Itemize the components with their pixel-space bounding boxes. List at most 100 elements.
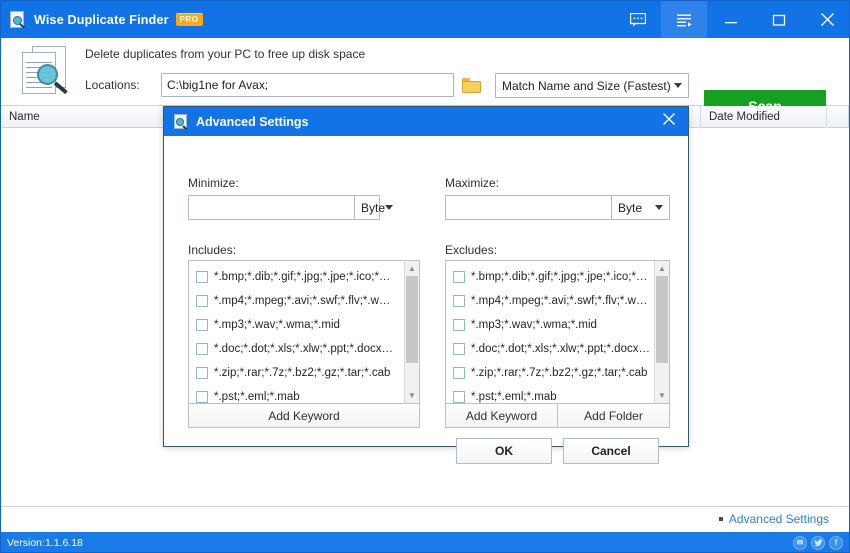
list-item-label: *.mp3;*.wav;*.wma;*.mid xyxy=(471,319,597,331)
close-icon xyxy=(662,112,676,131)
twitter-icon[interactable] xyxy=(811,535,825,550)
close-button[interactable] xyxy=(803,1,849,38)
list-item[interactable]: *.mp4;*.mpeg;*.avi;*.swf;*.flv;*.w… xyxy=(446,289,654,313)
social-links: ✉ f xyxy=(793,535,843,550)
ok-button[interactable]: OK xyxy=(456,438,552,464)
chevron-down-icon xyxy=(385,205,394,210)
match-mode-select[interactable]: Match Name and Size (Fastest) xyxy=(495,73,689,98)
chevron-down-icon xyxy=(674,83,682,88)
feedback-button[interactable] xyxy=(615,1,661,38)
list-item[interactable]: *.mp3;*.wav;*.wma;*.mid xyxy=(189,313,404,337)
maximize-icon xyxy=(772,13,786,27)
list-item-label: *.zip;*.rar;*.7z;*.bz2;*.gz;*.tar;*.cab xyxy=(214,367,391,379)
title-bar: Wise Duplicate Finder PRO xyxy=(1,1,849,38)
advanced-settings-link[interactable]: Advanced Settings xyxy=(729,512,829,526)
header-panel: Delete duplicates from your PC to free u… xyxy=(1,38,849,122)
minimize-button[interactable] xyxy=(707,1,755,38)
minimize-input[interactable] xyxy=(189,196,354,219)
bullet-icon xyxy=(718,517,723,521)
menu-icon xyxy=(676,13,692,27)
checkbox[interactable] xyxy=(196,343,208,355)
checkbox[interactable] xyxy=(196,319,208,331)
advanced-settings-link-wrap[interactable]: Advanced Settings xyxy=(718,512,829,526)
folder-icon xyxy=(461,77,481,93)
maximize-label: Maximize: xyxy=(445,176,500,190)
app-window: Wise Duplicate Finder PRO Delete duplica… xyxy=(0,0,850,553)
menu-button[interactable] xyxy=(661,1,707,38)
includes-label: Includes: xyxy=(188,243,237,257)
list-item-label: *.doc;*.dot;*.xls;*.xlw;*.ppt;*.docx… xyxy=(214,343,393,355)
scroll-up-icon[interactable]: ▲ xyxy=(655,261,669,276)
list-item[interactable]: *.zip;*.rar;*.7z;*.bz2;*.gz;*.tar;*.cab xyxy=(189,361,404,385)
locations-label: Locations: xyxy=(85,78,140,92)
list-item-label: *.bmp;*.dib;*.gif;*.jpg;*.jpe;*.ico;*… xyxy=(471,271,648,283)
checkbox[interactable] xyxy=(453,391,465,403)
excludes-add-folder-button[interactable]: Add Folder xyxy=(558,404,670,428)
locations-input[interactable] xyxy=(161,73,454,97)
list-item[interactable]: *.doc;*.dot;*.xls;*.xlw;*.ppt;*.docx… xyxy=(189,337,404,361)
tagline: Delete duplicates from your PC to free u… xyxy=(85,47,366,61)
scroll-track[interactable] xyxy=(655,276,669,388)
checkbox[interactable] xyxy=(453,367,465,379)
minimize-label: Minimize: xyxy=(188,176,239,190)
list-item[interactable]: *.doc;*.dot;*.xls;*.xlw;*.ppt;*.docx… xyxy=(446,337,654,361)
footer-link-bar: Advanced Settings xyxy=(1,507,849,532)
scroll-thumb[interactable] xyxy=(406,276,418,364)
maximize-unit-select[interactable]: Byte xyxy=(611,196,669,219)
scroll-up-icon[interactable]: ▲ xyxy=(405,261,419,276)
minimize-unit-select[interactable]: Byte xyxy=(354,196,399,219)
checkbox[interactable] xyxy=(453,271,465,283)
list-item[interactable]: *.mp3;*.wav;*.wma;*.mid xyxy=(446,313,654,337)
list-item-label: *.pst;*.eml;*.mab xyxy=(214,391,300,403)
cancel-button[interactable]: Cancel xyxy=(563,438,659,464)
excludes-scrollbar[interactable]: ▲ ▼ xyxy=(654,261,669,403)
checkbox[interactable] xyxy=(196,391,208,403)
status-bar: Version:1.1.6.18 ✉ f xyxy=(1,532,849,552)
checkbox[interactable] xyxy=(196,271,208,283)
list-item[interactable]: *.mp4;*.mpeg;*.avi;*.swf;*.flv;*.w… xyxy=(189,289,404,313)
column-header-name[interactable]: Name xyxy=(1,106,167,128)
maximize-size-group: Byte xyxy=(445,195,670,220)
includes-add-keyword-button[interactable]: Add Keyword xyxy=(188,404,420,428)
checkbox[interactable] xyxy=(196,367,208,379)
excludes-add-keyword-button[interactable]: Add Keyword xyxy=(445,404,558,428)
includes-listbox[interactable]: *.bmp;*.dib;*.gif;*.jpg;*.jpe;*.ico;*… *… xyxy=(188,260,420,404)
version-label: Version:1.1.6.18 xyxy=(7,536,83,549)
list-item[interactable]: *.pst;*.eml;*.mab xyxy=(189,385,404,403)
scroll-track[interactable] xyxy=(405,276,419,388)
maximize-unit-value: Byte xyxy=(618,200,643,215)
scroll-down-icon[interactable]: ▼ xyxy=(655,388,669,403)
advanced-settings-dialog: Advanced Settings Minimize: Byte Maximiz… xyxy=(163,106,689,464)
list-item-label: *.bmp;*.dib;*.gif;*.jpg;*.jpe;*.ico;*… xyxy=(214,271,391,283)
checkbox[interactable] xyxy=(453,319,465,331)
dialog-app-icon xyxy=(173,113,189,130)
scroll-thumb[interactable] xyxy=(656,276,668,364)
facebook-icon[interactable]: f xyxy=(829,535,843,550)
includes-items: *.bmp;*.dib;*.gif;*.jpg;*.jpe;*.ico;*… *… xyxy=(189,261,404,403)
maximize-input[interactable] xyxy=(446,196,611,219)
email-icon[interactable]: ✉ xyxy=(793,535,807,550)
dialog-close-button[interactable] xyxy=(650,107,688,136)
excludes-items: *.bmp;*.dib;*.gif;*.jpg;*.jpe;*.ico;*… *… xyxy=(446,261,654,403)
list-item-label: *.mp4;*.mpeg;*.avi;*.swf;*.flv;*.w… xyxy=(471,295,648,307)
dialog-body: Minimize: Byte Maximize: Byte Includes: xyxy=(164,136,688,464)
excludes-listbox[interactable]: *.bmp;*.dib;*.gif;*.jpg;*.jpe;*.ico;*… *… xyxy=(445,260,670,404)
list-item-label: *.mp3;*.wav;*.wma;*.mid xyxy=(214,319,340,331)
list-item[interactable]: *.bmp;*.dib;*.gif;*.jpg;*.jpe;*.ico;*… xyxy=(446,265,654,289)
app-logo-icon xyxy=(15,44,73,98)
list-item[interactable]: *.pst;*.eml;*.mab xyxy=(446,385,654,403)
browse-folder-button[interactable] xyxy=(459,73,483,97)
includes-scrollbar[interactable]: ▲ ▼ xyxy=(404,261,419,403)
minimize-size-group: Byte xyxy=(188,195,394,220)
scroll-down-icon[interactable]: ▼ xyxy=(405,388,419,403)
column-header-date-modified[interactable]: Date Modified xyxy=(701,106,827,128)
list-item[interactable]: *.bmp;*.dib;*.gif;*.jpg;*.jpe;*.ico;*… xyxy=(189,265,404,289)
excludes-label: Excludes: xyxy=(445,243,498,257)
list-item[interactable]: *.zip;*.rar;*.7z;*.bz2;*.gz;*.tar;*.cab xyxy=(446,361,654,385)
checkbox[interactable] xyxy=(196,295,208,307)
checkbox[interactable] xyxy=(453,295,465,307)
minimize-icon xyxy=(724,13,738,27)
maximize-button[interactable] xyxy=(755,1,803,38)
match-mode-value: Match Name and Size (Fastest) xyxy=(502,78,671,93)
checkbox[interactable] xyxy=(453,343,465,355)
